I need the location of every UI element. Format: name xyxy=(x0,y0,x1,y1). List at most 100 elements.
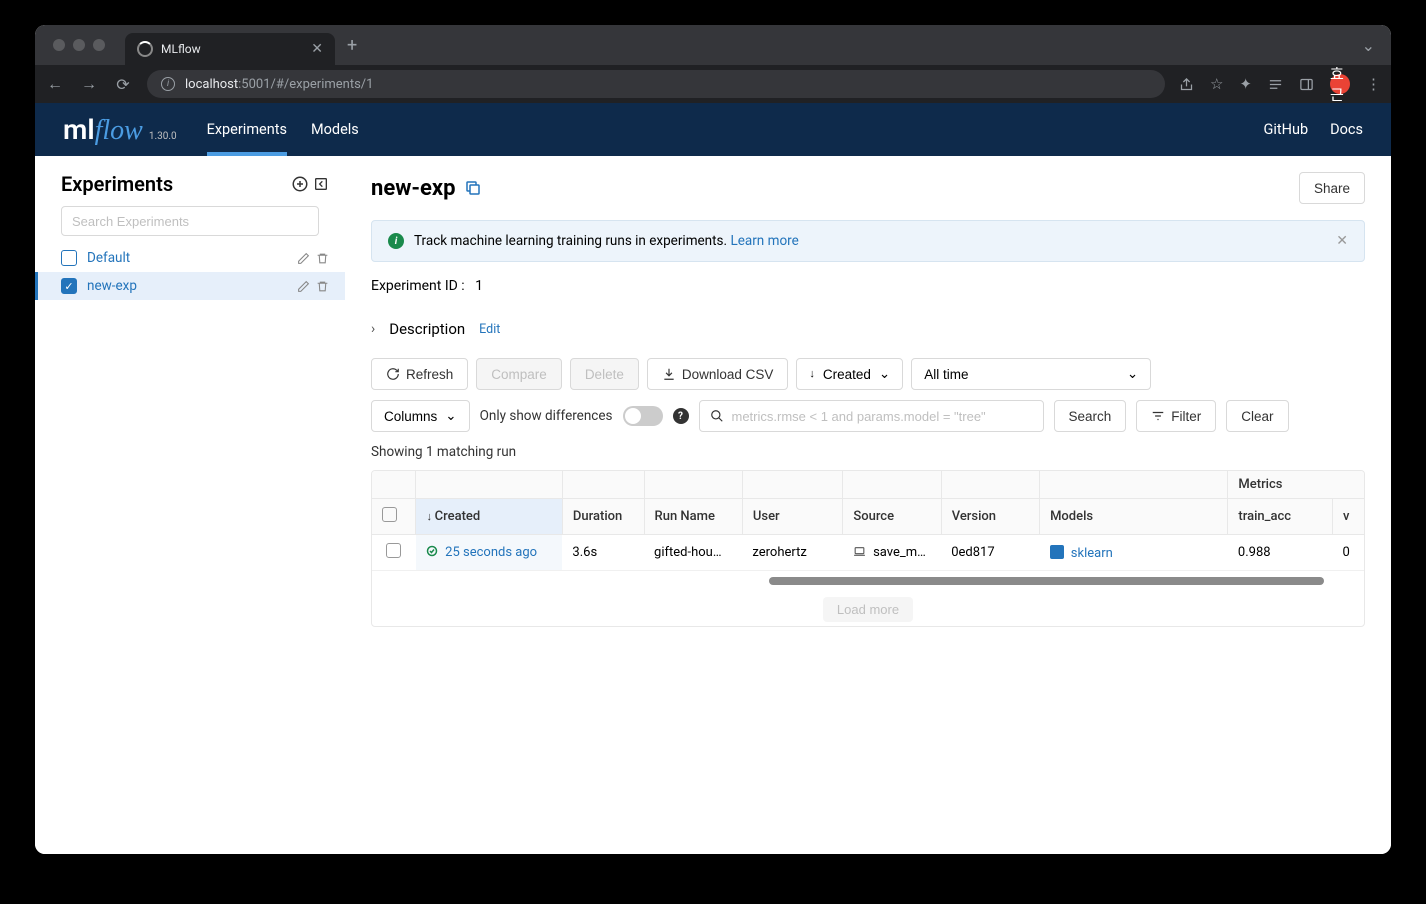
experiment-checkbox[interactable] xyxy=(61,250,77,266)
close-tab-icon[interactable]: ✕ xyxy=(311,41,323,57)
back-button[interactable]: ← xyxy=(45,74,65,94)
close-window-icon[interactable] xyxy=(53,39,65,51)
mlflow-app: mlflow 1.30.0 Experiments Models GitHub … xyxy=(35,103,1391,854)
tabs-menu-icon[interactable]: ⌄ xyxy=(1362,36,1375,55)
new-tab-button[interactable]: + xyxy=(347,35,357,56)
address-bar[interactable]: i localhost:5001/#/experiments/1 xyxy=(147,70,1165,98)
copy-icon[interactable] xyxy=(464,179,482,197)
edit-description-link[interactable]: Edit xyxy=(479,322,500,337)
run-link[interactable]: 25 seconds ago xyxy=(445,545,537,560)
experiment-id-row: Experiment ID 1 xyxy=(371,278,1365,294)
minimize-window-icon[interactable] xyxy=(73,39,85,51)
cell-created: 25 seconds ago xyxy=(416,535,562,571)
experiment-name[interactable]: Default xyxy=(87,250,287,266)
col-models[interactable]: Models xyxy=(1040,499,1228,535)
nav-tab-experiments[interactable]: Experiments xyxy=(207,103,287,156)
share-button[interactable]: Share xyxy=(1299,172,1365,204)
experiment-list: Default ✓ new-exp xyxy=(35,244,345,300)
download-icon xyxy=(662,367,676,381)
reading-list-icon[interactable] xyxy=(1268,77,1283,92)
nav-link-github[interactable]: GitHub xyxy=(1264,121,1309,138)
reload-button[interactable]: ⟳ xyxy=(113,75,133,94)
cell-models: sklearn xyxy=(1040,535,1228,571)
delete-icon[interactable] xyxy=(316,252,329,265)
search-experiments-input[interactable] xyxy=(61,206,319,236)
extensions-icon[interactable]: ✦ xyxy=(1239,75,1252,93)
kebab-menu-icon[interactable]: ⋮ xyxy=(1366,75,1381,93)
experiment-actions xyxy=(297,280,329,293)
cell-run-name: gifted-hou… xyxy=(644,535,742,571)
browser-tabbar: MLflow ✕ + ⌄ xyxy=(35,25,1391,65)
columns-select[interactable]: Columns ⌄ xyxy=(371,400,470,432)
download-csv-button[interactable]: Download CSV xyxy=(647,358,789,390)
nav-tab-models[interactable]: Models xyxy=(311,103,359,156)
logo[interactable]: mlflow 1.30.0 xyxy=(63,113,177,147)
col-user[interactable]: User xyxy=(742,499,842,535)
cell-v: 0 xyxy=(1333,535,1364,571)
time-filter-select[interactable]: All time ⌄ xyxy=(911,358,1151,390)
site-info-icon[interactable]: i xyxy=(161,77,175,91)
only-diff-label: Only show differences xyxy=(480,408,613,424)
col-duration[interactable]: Duration xyxy=(562,499,644,535)
filter-icon xyxy=(1151,409,1165,423)
sidebar-search xyxy=(61,206,319,236)
table-row[interactable]: 25 seconds ago 3.6s gifted-hou… zerohert… xyxy=(372,535,1364,571)
edit-icon[interactable] xyxy=(297,252,310,265)
search-button[interactable]: Search xyxy=(1054,400,1127,432)
tab-title: MLflow xyxy=(161,42,201,56)
profile-avatar[interactable]: 효근 xyxy=(1330,74,1350,94)
cell-version: 0ed817 xyxy=(941,535,1039,571)
table-header-row: ↓ Created Duration Run Name User Source … xyxy=(372,499,1364,535)
browser-tab[interactable]: MLflow ✕ xyxy=(125,33,335,65)
chevron-down-icon: ⌄ xyxy=(445,408,456,424)
learn-more-link[interactable]: Learn more xyxy=(730,233,798,249)
add-experiment-icon[interactable] xyxy=(291,175,309,193)
chevron-down-icon: ⌄ xyxy=(1127,366,1138,382)
share-icon[interactable] xyxy=(1179,77,1194,92)
description-label: Description xyxy=(389,320,465,338)
forward-button[interactable]: → xyxy=(79,74,99,94)
experiment-item[interactable]: Default xyxy=(35,244,345,272)
experiment-checkbox[interactable]: ✓ xyxy=(61,278,77,294)
maximize-window-icon[interactable] xyxy=(93,39,105,51)
model-icon xyxy=(1050,545,1064,559)
bookmark-icon[interactable]: ☆ xyxy=(1210,75,1223,93)
window-controls xyxy=(53,39,105,51)
delete-icon[interactable] xyxy=(316,280,329,293)
col-v[interactable]: v xyxy=(1333,499,1364,535)
url-text: localhost:5001/#/experiments/1 xyxy=(185,77,373,92)
info-banner: i Track machine learning training runs i… xyxy=(371,220,1365,262)
sidebar-actions xyxy=(291,175,329,193)
filter-button[interactable]: Filter xyxy=(1136,400,1216,432)
experiment-name[interactable]: new-exp xyxy=(87,278,287,294)
refresh-button[interactable]: Refresh xyxy=(371,358,468,390)
cell-source: save_m… xyxy=(843,535,941,571)
model-link[interactable]: sklearn xyxy=(1071,546,1113,561)
run-search-input[interactable] xyxy=(732,409,1033,424)
experiment-item[interactable]: ✓ new-exp xyxy=(35,272,345,300)
panel-icon[interactable] xyxy=(1299,77,1314,92)
col-created[interactable]: ↓ Created xyxy=(416,499,562,535)
horizontal-scrollbar[interactable] xyxy=(769,577,1325,585)
only-diff-toggle[interactable] xyxy=(623,406,663,426)
chevron-right-icon[interactable]: › xyxy=(371,321,375,337)
collapse-sidebar-icon[interactable] xyxy=(313,176,329,192)
main: new-exp Share i Track machine learning t… xyxy=(345,156,1391,854)
col-run-name[interactable]: Run Name xyxy=(644,499,742,535)
select-all-checkbox[interactable] xyxy=(372,499,416,535)
edit-icon[interactable] xyxy=(297,280,310,293)
experiment-actions xyxy=(297,252,329,265)
col-train-acc[interactable]: train_acc xyxy=(1228,499,1333,535)
col-version[interactable]: Version xyxy=(941,499,1039,535)
nav-link-docs[interactable]: Docs xyxy=(1330,121,1363,138)
help-icon[interactable]: ? xyxy=(673,408,689,424)
clear-button[interactable]: Clear xyxy=(1226,400,1288,432)
row-checkbox[interactable] xyxy=(372,535,416,571)
main-header: new-exp Share xyxy=(371,172,1365,204)
sort-select[interactable]: ↓ Created ⌄ xyxy=(796,358,903,390)
table-group-row: Metrics xyxy=(372,471,1364,499)
col-source[interactable]: Source xyxy=(843,499,941,535)
close-banner-icon[interactable]: ✕ xyxy=(1336,233,1348,249)
load-more-button: Load more xyxy=(823,597,913,622)
nav-tabs: Experiments Models xyxy=(207,103,359,156)
